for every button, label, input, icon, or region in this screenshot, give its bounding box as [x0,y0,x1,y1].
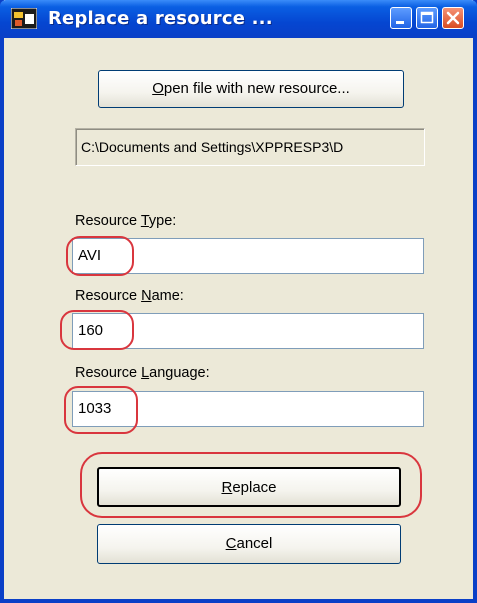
resource-type-input[interactable]: AVI [72,238,424,274]
resource-language-input[interactable]: 1033 [72,391,424,427]
open-file-button-label: Open file with new resource... [152,80,350,97]
maximize-icon [420,11,434,24]
open-file-button[interactable]: Open file with new resource... [98,70,404,108]
window-title: Replace a resource ... [48,8,273,29]
minimize-icon [396,21,404,24]
cancel-button[interactable]: Cancel [97,524,401,564]
resource-language-label: Resource Language: [75,365,210,381]
minimize-button[interactable] [390,7,412,29]
resource-name-label: Resource Name: [75,288,184,304]
cancel-button-label: Cancel [225,535,273,552]
title-bar[interactable]: Replace a resource ... [0,0,477,38]
maximize-button[interactable] [416,7,438,29]
close-button[interactable] [442,7,464,29]
resource-name-input[interactable]: 160 [72,313,424,349]
resource-editor-icon [10,7,38,30]
replace-button[interactable]: Replace [97,467,401,507]
resource-type-label: Resource Type: [75,213,177,229]
file-path-display: C:\Documents and Settings\XPPRESP3\D [75,128,425,166]
close-icon [446,11,460,25]
replace-button-label: Replace [221,479,277,496]
